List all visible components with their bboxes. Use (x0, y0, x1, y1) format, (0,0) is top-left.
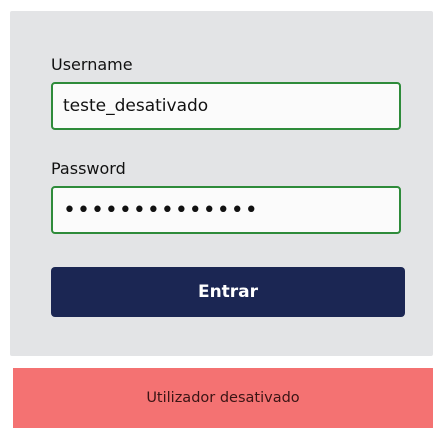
username-input[interactable] (51, 82, 401, 130)
error-alert-message: Utilizador desativado (146, 390, 300, 406)
page: Username Password Entrar Utilizador desa… (0, 0, 433, 428)
password-input[interactable] (51, 186, 401, 234)
login-button[interactable]: Entrar (51, 267, 405, 317)
username-label: Username (51, 55, 133, 74)
password-label: Password (51, 159, 126, 178)
error-alert: Utilizador desativado (13, 368, 433, 428)
